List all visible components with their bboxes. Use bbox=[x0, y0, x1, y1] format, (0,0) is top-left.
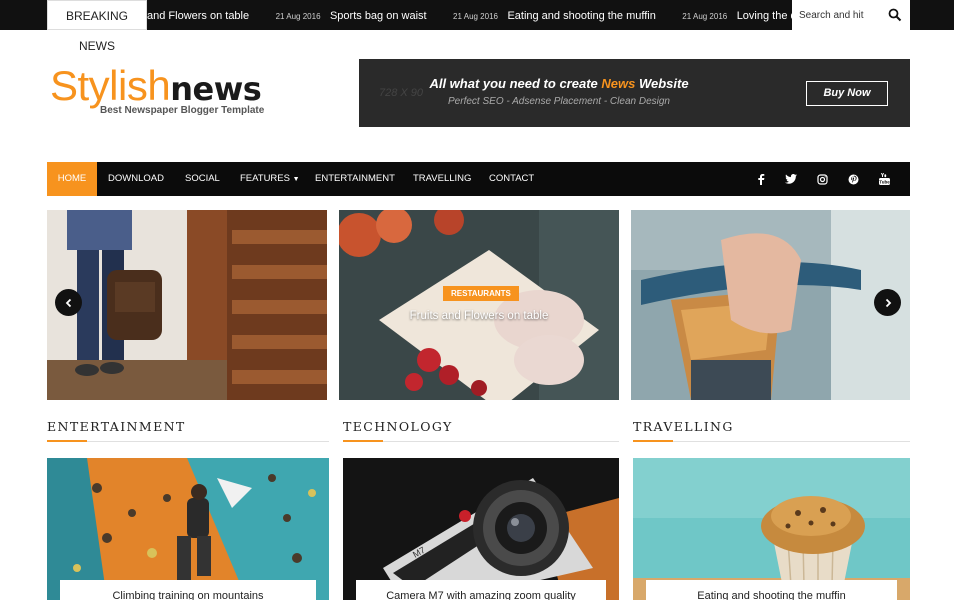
slider-image-fruits-flowers[interactable] bbox=[339, 210, 619, 400]
post-card-title[interactable]: Camera M7 with amazing zoom quality bbox=[356, 580, 606, 600]
search-box bbox=[792, 0, 910, 30]
section-divider bbox=[47, 440, 329, 442]
site-tagline: Best Newspaper Blogger Template bbox=[100, 105, 265, 116]
ticker-item-title[interactable]: Loving the quite feel at this bbox=[737, 10, 792, 22]
banner-subtitle: Perfect SEO - Adsense Placement - Clean … bbox=[448, 96, 670, 107]
section-divider-accent bbox=[47, 440, 87, 442]
ticker-item[interactable]: and Flowers on table bbox=[147, 0, 249, 30]
post-card-camera[interactable]: M7 Camera M7 with amazing zoom quality bbox=[343, 458, 619, 600]
slider-caption[interactable]: Fruits and Flowers on table bbox=[339, 310, 619, 322]
nav-item-features-label: FEATURES bbox=[240, 173, 290, 184]
slider-prev-button[interactable] bbox=[55, 289, 82, 316]
nav-item-features[interactable]: FEATURES ▼ bbox=[240, 162, 300, 196]
section-title-travelling[interactable]: TRAVELLING bbox=[633, 419, 734, 434]
logo-text-news: news bbox=[170, 70, 262, 108]
ticker-item-title[interactable]: Eating and shooting the muffin bbox=[507, 10, 655, 22]
facebook-icon[interactable] bbox=[751, 162, 771, 196]
post-card-title[interactable]: Climbing training on mountains bbox=[60, 580, 316, 600]
section-divider-accent bbox=[633, 440, 673, 442]
youtube-icon[interactable]: Tube bbox=[874, 162, 894, 196]
section-title-technology[interactable]: TECHNOLOGY bbox=[343, 419, 453, 434]
section-title-entertainment[interactable]: ENTERTAINMENT bbox=[47, 419, 186, 434]
banner-title: All what you need to create News Website bbox=[359, 76, 759, 91]
ticker-item-date: 21 Aug 2016 bbox=[682, 12, 728, 21]
ticker-item[interactable]: 21 Aug 2016 Sports bag on waist bbox=[276, 0, 427, 30]
nav-item-travelling[interactable]: TRAVELLING bbox=[413, 162, 471, 196]
twitter-icon[interactable] bbox=[781, 162, 801, 196]
site-logo[interactable]: Stylishnews Best Newspaper Blogger Templ… bbox=[50, 62, 264, 117]
breaking-news-label: BREAKING NEWS bbox=[47, 0, 147, 53]
nav-item-home[interactable]: HOME bbox=[47, 162, 97, 196]
svg-text:Tube: Tube bbox=[879, 180, 890, 185]
slider-image-climbing-chalk-bag[interactable] bbox=[631, 210, 910, 400]
post-card-title[interactable]: Eating and shooting the muffin bbox=[646, 580, 897, 600]
buy-now-button[interactable]: Buy Now bbox=[806, 81, 888, 106]
ticker-item-date: 21 Aug 2016 bbox=[453, 12, 498, 21]
category-badge[interactable]: RESTAURANTS bbox=[443, 286, 519, 301]
section-divider-accent bbox=[343, 440, 383, 442]
search-icon[interactable] bbox=[888, 8, 902, 22]
caret-down-icon: ▼ bbox=[292, 176, 300, 183]
search-input[interactable] bbox=[792, 0, 882, 30]
section-divider bbox=[343, 440, 619, 442]
ticker-item-date: 21 Aug 2016 bbox=[275, 12, 321, 21]
ticker-item[interactable]: 21 Aug 2016 Eating and shooting the muff… bbox=[453, 0, 656, 30]
nav-item-download[interactable]: DOWNLOAD bbox=[108, 162, 164, 196]
nav-item-contact[interactable]: CONTACT bbox=[489, 162, 534, 196]
breaking-news-ticker: BREAKING NEWS and Flowers on table 21 Au… bbox=[0, 0, 954, 53]
logo-text-stylish: Stylish bbox=[50, 62, 171, 109]
nav-item-social[interactable]: SOCIAL bbox=[185, 162, 220, 196]
banner-title-suffix: Website bbox=[635, 76, 689, 91]
pinterest-icon[interactable] bbox=[843, 162, 863, 196]
ticker-item[interactable]: 21 Aug 2016 Loving the quite feel at thi… bbox=[682, 0, 792, 30]
section-divider bbox=[633, 440, 910, 442]
banner-title-accent: News bbox=[601, 76, 636, 91]
slider-image-sports-bag[interactable] bbox=[47, 210, 327, 400]
instagram-icon[interactable] bbox=[812, 162, 832, 196]
post-card-climbing[interactable]: Climbing training on mountains bbox=[47, 458, 329, 600]
ticker-item-title[interactable]: and Flowers on table bbox=[147, 10, 249, 22]
ticker-item-title[interactable]: Sports bag on waist bbox=[330, 10, 427, 22]
header-banner-ad: 728 X 90 All what you need to create New… bbox=[359, 59, 910, 127]
chevron-left-icon bbox=[65, 298, 71, 307]
post-card-muffin[interactable]: Eating and shooting the muffin bbox=[633, 458, 910, 600]
chevron-right-icon bbox=[885, 298, 891, 307]
slider-next-button[interactable] bbox=[874, 289, 901, 316]
main-navigation: HOME DOWNLOAD SOCIAL FEATURES ▼ ENTERTAI… bbox=[47, 162, 910, 196]
nav-item-entertainment[interactable]: ENTERTAINMENT bbox=[315, 162, 395, 196]
banner-title-prefix: All what you need to create bbox=[429, 76, 602, 91]
ticker-items: and Flowers on table 21 Aug 2016 Sports … bbox=[147, 0, 792, 30]
